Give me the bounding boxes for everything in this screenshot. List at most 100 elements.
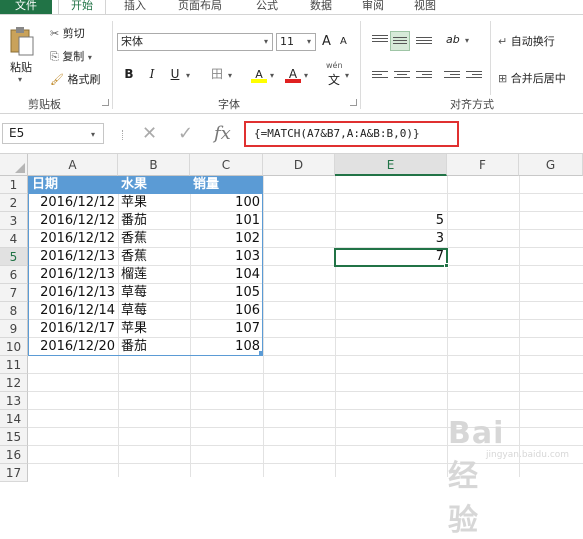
table-cell[interactable]: 2016/12/20	[29, 338, 118, 356]
row-header[interactable]: 8	[0, 302, 28, 320]
italic-button[interactable]: I	[143, 65, 161, 83]
paste-icon[interactable]	[8, 27, 34, 57]
orientation-dropdown-icon[interactable]: ▾	[465, 36, 469, 45]
tab-data[interactable]: 数据	[310, 0, 332, 14]
column-header-c[interactable]: C	[190, 154, 263, 176]
column-header-f[interactable]: F	[447, 154, 519, 176]
phonetic-button[interactable]: 文	[328, 71, 340, 88]
row-header[interactable]: 11	[0, 356, 28, 374]
wrap-text-button[interactable]: ↵ 自动换行	[498, 33, 555, 49]
increase-indent-icon[interactable]	[466, 69, 482, 83]
row-header[interactable]: 3	[0, 212, 28, 230]
border-dropdown-icon[interactable]: ▾	[228, 71, 232, 80]
format-painter-button[interactable]: 🖌 格式刷	[50, 71, 100, 87]
merge-center-button[interactable]: ⊞ 合并后居中	[498, 70, 566, 86]
align-center-icon[interactable]	[394, 69, 410, 83]
border-icon[interactable]: 田	[208, 65, 226, 83]
underline-dropdown-icon[interactable]: ▾	[186, 71, 190, 80]
grow-font-button[interactable]: A	[322, 34, 331, 49]
enter-icon[interactable]: ✓	[178, 124, 193, 144]
cell-e4[interactable]: 3	[335, 230, 447, 248]
table-cell[interactable]: 102	[190, 230, 263, 248]
bold-button[interactable]: B	[120, 65, 138, 83]
tab-page-layout[interactable]: 页面布局	[178, 0, 222, 14]
font-color-dropdown-icon[interactable]: ▾	[304, 71, 308, 80]
table-cell[interactable]: 番茄	[118, 212, 190, 230]
name-box-dropdown-icon[interactable]: ▾	[91, 130, 95, 139]
fill-color-dropdown-icon[interactable]: ▾	[270, 71, 274, 80]
table-cell[interactable]: 107	[190, 320, 263, 338]
table-cell[interactable]: 香蕉	[118, 248, 190, 266]
row-header[interactable]: 4	[0, 230, 28, 248]
splitter-handle[interactable]	[122, 130, 124, 140]
phonetic-dropdown-icon[interactable]: ▾	[345, 71, 349, 80]
table-cell[interactable]: 2016/12/17	[29, 320, 118, 338]
column-header-b[interactable]: B	[118, 154, 190, 176]
table-cell[interactable]: 草莓	[118, 302, 190, 320]
table-cell[interactable]: 108	[190, 338, 263, 356]
table-cell[interactable]: 榴莲	[118, 266, 190, 284]
row-header[interactable]: 13	[0, 392, 28, 410]
row-header-selected[interactable]: 5	[0, 248, 28, 266]
cut-button[interactable]: ✂ 剪切	[50, 25, 85, 41]
font-name-dropdown-icon[interactable]: ▾	[264, 37, 268, 46]
paste-button[interactable]: 粘贴	[10, 59, 32, 75]
row-header[interactable]: 17	[0, 464, 28, 482]
align-left-icon[interactable]	[372, 69, 388, 83]
row-header[interactable]: 14	[0, 410, 28, 428]
column-header-d[interactable]: D	[263, 154, 335, 176]
row-header[interactable]: 12	[0, 374, 28, 392]
align-top-icon[interactable]	[372, 33, 388, 47]
table-cell[interactable]: 苹果	[118, 320, 190, 338]
column-header-e[interactable]: E	[335, 154, 447, 176]
tab-view[interactable]: 视图	[414, 0, 436, 14]
table-cell[interactable]: 104	[190, 266, 263, 284]
decrease-indent-icon[interactable]	[444, 69, 460, 83]
copy-button[interactable]: ⎘ 复制 ▾	[50, 48, 92, 64]
table-cell[interactable]: 2016/12/13	[29, 248, 118, 266]
align-middle-icon[interactable]	[390, 31, 410, 51]
tab-formulas[interactable]: 公式	[256, 0, 278, 14]
paste-dropdown-icon[interactable]: ▾	[18, 75, 22, 84]
copy-dropdown-icon[interactable]: ▾	[88, 53, 92, 62]
column-header-g[interactable]: G	[519, 154, 583, 176]
table-cell[interactable]: 103	[190, 248, 263, 266]
row-header[interactable]: 15	[0, 428, 28, 446]
underline-button[interactable]: U	[166, 65, 184, 83]
font-color-icon[interactable]: A	[284, 65, 302, 83]
cell-e3[interactable]: 5	[335, 212, 447, 230]
column-header-a[interactable]: A	[28, 154, 118, 176]
table-cell[interactable]: 2016/12/13	[29, 266, 118, 284]
align-right-icon[interactable]	[416, 69, 432, 83]
font-launcher-icon[interactable]	[350, 99, 357, 106]
table-cell[interactable]: 2016/12/14	[29, 302, 118, 320]
table-header-fruit[interactable]: 水果	[118, 176, 190, 194]
table-cell[interactable]: 番茄	[118, 338, 190, 356]
table-cell[interactable]: 2016/12/12	[29, 194, 118, 212]
name-box[interactable]: E5	[2, 123, 104, 144]
table-cell[interactable]: 草莓	[118, 284, 190, 302]
font-name-box[interactable]: 宋体	[117, 33, 273, 51]
table-cell[interactable]: 苹果	[118, 194, 190, 212]
row-header[interactable]: 2	[0, 194, 28, 212]
row-header[interactable]: 16	[0, 446, 28, 464]
row-header[interactable]: 6	[0, 266, 28, 284]
row-header[interactable]: 10	[0, 338, 28, 356]
select-all-corner[interactable]	[0, 154, 28, 176]
align-bottom-icon[interactable]	[416, 35, 432, 49]
insert-function-icon[interactable]: fx	[214, 124, 231, 144]
formula-input[interactable]: {=MATCH(A7&B7,A:A&B:B,0)}	[244, 121, 459, 147]
table-header-date[interactable]: 日期	[29, 176, 118, 194]
row-header[interactable]: 9	[0, 320, 28, 338]
tab-file[interactable]: 文件	[0, 0, 52, 14]
shrink-font-button[interactable]: A	[340, 36, 347, 47]
table-cell[interactable]: 香蕉	[118, 230, 190, 248]
clipboard-launcher-icon[interactable]	[102, 99, 109, 106]
row-header[interactable]: 1	[0, 176, 28, 194]
table-cell[interactable]: 2016/12/12	[29, 230, 118, 248]
cancel-icon[interactable]: ✕	[142, 124, 157, 144]
table-cell[interactable]: 105	[190, 284, 263, 302]
row-header[interactable]: 7	[0, 284, 28, 302]
table-cell[interactable]: 2016/12/12	[29, 212, 118, 230]
table-cell[interactable]: 106	[190, 302, 263, 320]
